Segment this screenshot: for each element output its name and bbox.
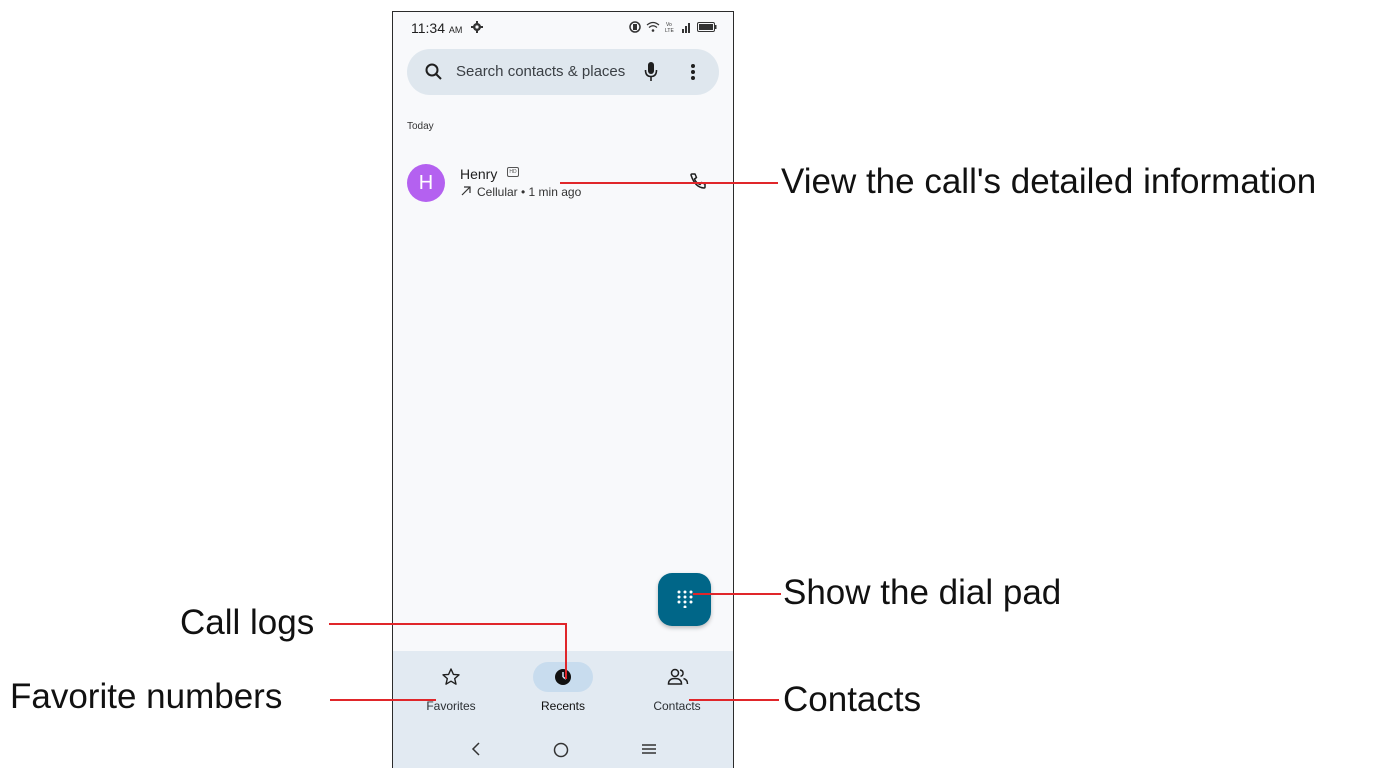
back-icon[interactable]	[470, 741, 482, 757]
bottom-navigation: Favorites Recents Contacts	[393, 651, 733, 768]
callout-call-logs: Call logs	[180, 603, 315, 642]
home-icon[interactable]	[553, 742, 569, 758]
people-icon	[667, 668, 689, 685]
status-icons: Vo LTE	[629, 21, 717, 33]
callout-dial-pad: Show the dial pad	[783, 573, 1062, 612]
callout-favorites: Favorite numbers	[10, 677, 283, 716]
callout-line-view-details	[560, 182, 778, 184]
tab-favorites-label: Favorites	[426, 699, 476, 713]
tab-favorites[interactable]: Favorites	[401, 661, 501, 721]
volte-icon: VoLTE	[665, 22, 674, 33]
vibrate-icon	[629, 21, 641, 33]
callout-line-favorites	[330, 699, 436, 701]
contact-name: Henry	[460, 166, 498, 182]
star-icon	[442, 668, 460, 685]
outgoing-call-arrow-icon	[461, 186, 471, 196]
call-detail-text: Cellular • 1 min ago	[477, 185, 582, 199]
hd-call-icon: HD	[507, 167, 519, 177]
call-detail: Cellular • 1 min ago	[461, 185, 581, 199]
callout-line-call-logs-vertical	[565, 623, 567, 679]
dial-pad-button[interactable]	[658, 573, 711, 626]
microphone-icon[interactable]	[644, 61, 658, 83]
more-options-icon[interactable]	[690, 62, 696, 82]
clock-icon	[555, 669, 571, 685]
avatar: H	[407, 164, 445, 202]
section-header-today: Today	[407, 121, 434, 132]
tab-contacts-label: Contacts	[653, 699, 701, 713]
search-icon	[425, 63, 442, 80]
status-time: 11:34 AM	[411, 20, 462, 36]
svg-text:LTE: LTE	[665, 28, 674, 33]
status-bar: 11:34 AM Vo LTE	[393, 12, 733, 44]
settings-gear-icon	[471, 21, 483, 33]
recent-apps-icon[interactable]	[641, 743, 657, 755]
battery-icon	[697, 22, 717, 32]
callout-line-call-logs	[329, 623, 567, 625]
phone-screen: 11:34 AM Vo LTE Search contacts & places …	[392, 11, 734, 768]
callout-line-contacts	[689, 699, 779, 701]
dialpad-icon	[677, 590, 693, 608]
call-log-row[interactable]: H Henry HD Cellular • 1 min ago	[393, 152, 733, 208]
search-bar[interactable]: Search contacts & places	[407, 49, 719, 95]
callout-contacts: Contacts	[783, 680, 922, 719]
phone-call-icon[interactable]	[689, 172, 707, 190]
wifi-icon	[646, 21, 660, 32]
callout-line-dial-pad	[693, 593, 781, 595]
tab-contacts[interactable]: Contacts	[627, 661, 727, 721]
search-input[interactable]: Search contacts & places	[456, 63, 625, 80]
system-navigation-bar	[393, 737, 733, 767]
status-time-value: 11:34	[411, 20, 445, 36]
tab-recents-label: Recents	[540, 699, 586, 713]
tab-recents[interactable]: Recents	[513, 661, 613, 721]
callout-view-details: View the call's detailed information	[781, 162, 1317, 201]
signal-icon	[682, 23, 690, 33]
status-time-ampm: AM	[448, 25, 463, 35]
